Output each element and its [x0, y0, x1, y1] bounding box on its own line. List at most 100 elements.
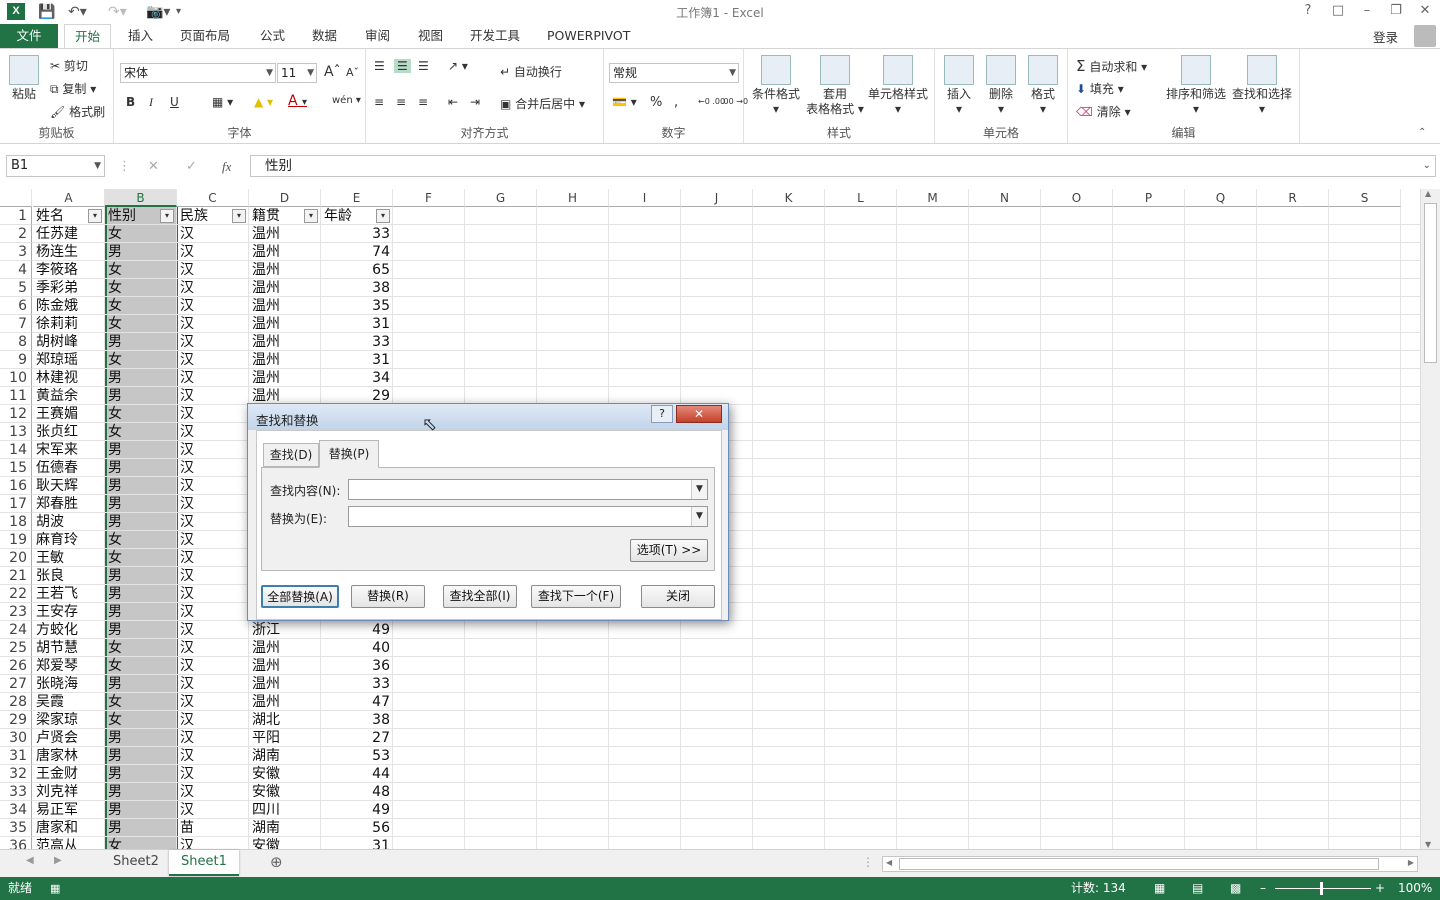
- table-cell[interactable]: 男: [105, 675, 177, 693]
- enter-icon[interactable]: ✓: [186, 159, 197, 174]
- table-cell[interactable]: 胡节慧: [33, 639, 105, 657]
- table-cell[interactable]: 38: [321, 279, 393, 297]
- table-cell[interactable]: 33: [321, 225, 393, 243]
- table-cell[interactable]: 陈金娥: [33, 297, 105, 315]
- table-cell[interactable]: 汉: [177, 747, 249, 765]
- table-cell[interactable]: 温州: [249, 225, 321, 243]
- table-cell[interactable]: 温州: [249, 369, 321, 387]
- scroll-up-icon[interactable]: ▲: [1425, 189, 1431, 198]
- tab-data[interactable]: 数据: [302, 24, 347, 48]
- table-cell[interactable]: 31: [321, 315, 393, 333]
- table-cell[interactable]: 38: [321, 711, 393, 729]
- row-header[interactable]: 8: [0, 333, 32, 351]
- table-cell[interactable]: 汉: [177, 531, 249, 549]
- tab-formulas[interactable]: 公式: [250, 24, 295, 48]
- table-cell[interactable]: 女: [105, 351, 177, 369]
- table-cell[interactable]: 男: [105, 387, 177, 405]
- row-header[interactable]: 31: [0, 747, 32, 765]
- table-cell[interactable]: 53: [321, 747, 393, 765]
- table-cell[interactable]: 女: [105, 279, 177, 297]
- row-header[interactable]: 23: [0, 603, 32, 621]
- filter-dropdown-icon[interactable]: ▾: [88, 209, 102, 223]
- macro-record-icon[interactable]: ▦: [50, 877, 60, 900]
- zoom-slider[interactable]: [1275, 888, 1371, 889]
- table-cell[interactable]: 王敏: [33, 549, 105, 567]
- row-header[interactable]: 29: [0, 711, 32, 729]
- ribbon-display-icon[interactable]: □: [1325, 2, 1351, 20]
- row-header[interactable]: 21: [0, 567, 32, 585]
- wrap-text-button[interactable]: ↵ 自动换行: [500, 63, 562, 80]
- table-cell[interactable]: 女: [105, 315, 177, 333]
- table-cell[interactable]: 女: [105, 639, 177, 657]
- table-cell[interactable]: 温州: [249, 243, 321, 261]
- replace-all-button[interactable]: 全部替换(A): [261, 585, 339, 608]
- table-cell[interactable]: 胡波: [33, 513, 105, 531]
- table-cell[interactable]: 男: [105, 765, 177, 783]
- table-cell[interactable]: 林建视: [33, 369, 105, 387]
- table-cell[interactable]: 男: [105, 747, 177, 765]
- table-cell[interactable]: 35: [321, 297, 393, 315]
- table-cell[interactable]: 汉: [177, 261, 249, 279]
- table-cell[interactable]: 汉: [177, 279, 249, 297]
- row-header[interactable]: 5: [0, 279, 32, 297]
- table-cell[interactable]: 汉: [177, 441, 249, 459]
- table-cell[interactable]: 平阳: [249, 729, 321, 747]
- cancel-icon[interactable]: ✕: [148, 159, 159, 174]
- align-right-icon[interactable]: ≡: [418, 95, 428, 109]
- table-cell[interactable]: 唐家和: [33, 819, 105, 837]
- table-cell[interactable]: 黄益余: [33, 387, 105, 405]
- page-break-view-icon[interactable]: ▩: [1230, 877, 1241, 900]
- column-header-i[interactable]: I: [609, 189, 681, 207]
- table-cell[interactable]: 温州: [249, 261, 321, 279]
- table-cell[interactable]: 卢贤会: [33, 729, 105, 747]
- table-cell[interactable]: 湖北: [249, 711, 321, 729]
- table-cell[interactable]: 44: [321, 765, 393, 783]
- row-header[interactable]: 26: [0, 657, 32, 675]
- table-cell[interactable]: 苗: [177, 819, 249, 837]
- tab-view[interactable]: 视图: [408, 24, 453, 48]
- row-header[interactable]: 17: [0, 495, 32, 513]
- table-cell[interactable]: 温州: [249, 639, 321, 657]
- row-header[interactable]: 22: [0, 585, 32, 603]
- table-cell[interactable]: 40: [321, 639, 393, 657]
- paste-button[interactable]: 粘贴: [6, 55, 42, 102]
- column-header-q[interactable]: Q: [1185, 189, 1257, 207]
- table-cell[interactable]: 男: [105, 729, 177, 747]
- table-cell[interactable]: 汉: [177, 405, 249, 423]
- table-cell[interactable]: 温州: [249, 657, 321, 675]
- table-cell[interactable]: 男: [105, 333, 177, 351]
- autosum-button[interactable]: Σ 自动求和 ▾: [1076, 57, 1147, 75]
- table-cell[interactable]: 男: [105, 369, 177, 387]
- table-cell[interactable]: 男: [105, 477, 177, 495]
- table-cell[interactable]: 49: [321, 801, 393, 819]
- replace-with-input[interactable]: ▼: [348, 506, 708, 527]
- table-cell[interactable]: 安徽: [249, 837, 321, 849]
- table-cell[interactable]: 唐家林: [33, 747, 105, 765]
- row-header[interactable]: 20: [0, 549, 32, 567]
- zoom-level[interactable]: 100%: [1398, 877, 1432, 900]
- table-cell[interactable]: 汉: [177, 801, 249, 819]
- scroll-left-icon[interactable]: ◀: [886, 858, 892, 867]
- accounting-format-icon[interactable]: 💳 ▾: [612, 95, 637, 109]
- table-cell[interactable]: 张良: [33, 567, 105, 585]
- next-sheet-icon[interactable]: ▶: [54, 855, 62, 866]
- table-cell[interactable]: 胡树峰: [33, 333, 105, 351]
- column-header-o[interactable]: O: [1041, 189, 1113, 207]
- tab-find[interactable]: 查找(D): [263, 443, 319, 467]
- table-cell[interactable]: 男: [105, 441, 177, 459]
- cut-button[interactable]: ✂ 剪切: [50, 57, 88, 74]
- table-cell[interactable]: 男: [105, 801, 177, 819]
- table-cell[interactable]: 温州: [249, 279, 321, 297]
- options-button[interactable]: 选项(T) >>: [630, 539, 708, 562]
- horizontal-scroll-thumb[interactable]: [899, 858, 1379, 870]
- new-sheet-icon[interactable]: ⊕: [270, 853, 283, 871]
- page-layout-view-icon[interactable]: ▤: [1192, 877, 1203, 900]
- underline-button[interactable]: U: [170, 95, 179, 109]
- vertical-scrollbar[interactable]: ▲ ▼: [1420, 189, 1440, 849]
- replace-button[interactable]: 替换(R): [351, 585, 425, 608]
- filter-dropdown-icon[interactable]: ▾: [304, 209, 318, 223]
- table-cell[interactable]: 汉: [177, 621, 249, 639]
- align-top-icon[interactable]: ☰: [374, 59, 385, 73]
- collapse-ribbon-icon[interactable]: ⌃: [1418, 127, 1426, 138]
- borders-icon[interactable]: ▦ ▾: [212, 95, 233, 109]
